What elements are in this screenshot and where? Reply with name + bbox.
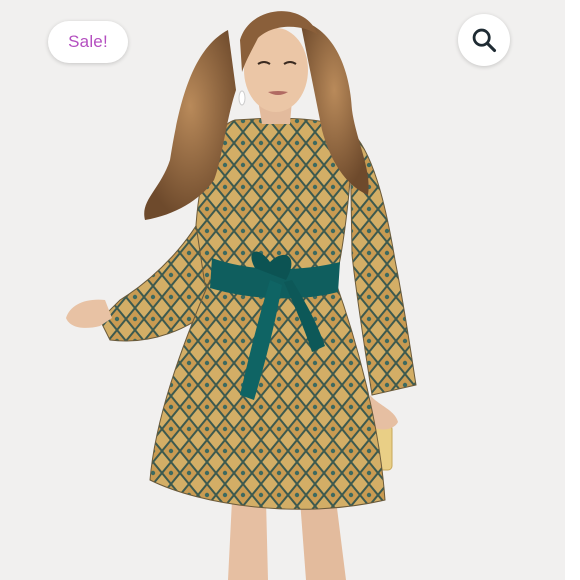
search-icon [472, 28, 497, 53]
product-photo[interactable] [0, 0, 580, 580]
sale-badge-label: Sale! [68, 32, 108, 51]
sale-badge: Sale! [48, 21, 128, 63]
search-button[interactable] [458, 14, 510, 66]
photo-right-border [565, 0, 580, 580]
